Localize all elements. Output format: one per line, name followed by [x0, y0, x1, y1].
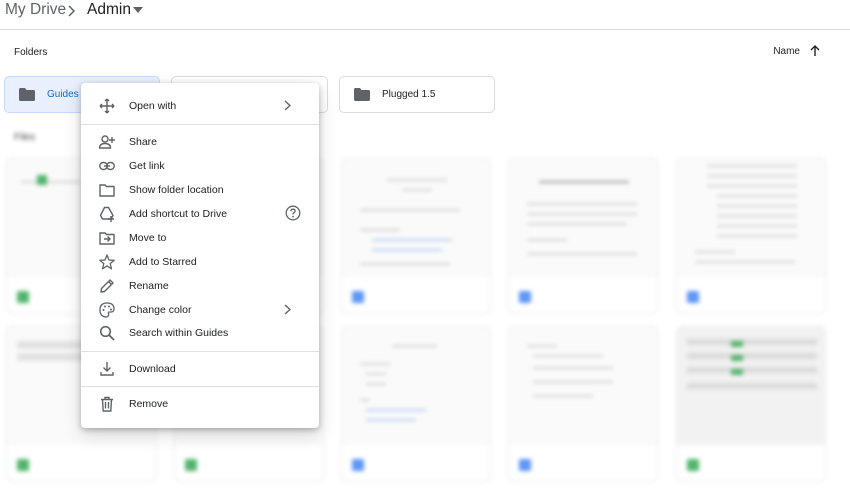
top-bar: My Drive Admin: [0, 0, 850, 30]
menu-rename[interactable]: Rename: [81, 275, 319, 297]
file-card[interactable]: [341, 326, 491, 482]
menu-move-to[interactable]: Move to: [81, 227, 319, 249]
menu-get-link[interactable]: Get link: [81, 155, 319, 177]
sheets-icon: [17, 459, 29, 471]
drive-shortcut-icon: [99, 206, 114, 222]
help-circle-icon[interactable]: [285, 205, 301, 221]
chevron-right-icon: [284, 304, 291, 315]
file-card[interactable]: [508, 326, 658, 482]
menu-download[interactable]: Download: [81, 358, 319, 380]
chevron-right-icon: [284, 100, 291, 111]
sheets-icon: [687, 459, 699, 471]
menu-label: Get link: [129, 160, 165, 172]
menu-label: Show folder location: [129, 184, 224, 196]
folder-name: Guides: [47, 89, 79, 100]
menu-label: Move to: [129, 232, 167, 244]
menu-divider: [81, 386, 319, 387]
files-heading: Files: [14, 132, 36, 143]
folder-icon: [354, 88, 370, 101]
sheets-icon: [17, 291, 29, 303]
menu-add-to-starred[interactable]: Add to Starred: [81, 251, 319, 273]
breadcrumb-my-drive[interactable]: My Drive: [5, 1, 66, 19]
docs-icon: [687, 291, 699, 303]
link-icon: [99, 161, 115, 171]
menu-add-shortcut[interactable]: Add shortcut to Drive: [81, 203, 319, 225]
arrow-up-icon[interactable]: [810, 45, 820, 57]
menu-share[interactable]: Share: [81, 131, 319, 153]
menu-change-color[interactable]: Change color: [81, 299, 319, 321]
docs-icon: [519, 291, 531, 303]
caret-down-icon[interactable]: [133, 7, 143, 13]
folder-plugged[interactable]: Plugged 1.5: [339, 76, 495, 113]
menu-label: Add to Starred: [129, 256, 197, 268]
sort-control[interactable]: Name: [773, 45, 820, 57]
menu-divider: [81, 351, 319, 352]
menu-label: Change color: [129, 304, 192, 316]
file-thumbnail: [509, 159, 657, 277]
menu-label: Remove: [129, 398, 169, 410]
context-menu: Open with Share Get link Show folder loc…: [81, 83, 319, 428]
file-card[interactable]: [508, 158, 658, 314]
file-thumbnail: [342, 327, 490, 445]
file-card[interactable]: [676, 326, 826, 482]
menu-label: Open with: [129, 100, 177, 112]
docs-icon: [519, 459, 531, 471]
menu-open-with[interactable]: Open with: [81, 95, 319, 117]
folder-name: Plugged 1.5: [382, 89, 436, 100]
file-thumbnail: [677, 159, 825, 277]
move-arrows-icon: [99, 98, 115, 114]
menu-label: Rename: [129, 280, 169, 292]
menu-search-within[interactable]: Search within Guides: [81, 322, 319, 344]
file-thumbnail: [677, 327, 825, 445]
breadcrumb-admin[interactable]: Admin: [87, 1, 131, 19]
folder-move-icon: [99, 232, 115, 245]
file-thumbnail: [342, 159, 490, 277]
menu-label: Add shortcut to Drive: [129, 208, 228, 220]
sheets-icon: [185, 459, 197, 471]
menu-label: Download: [129, 363, 176, 375]
person-add-icon: [99, 135, 115, 149]
sort-label[interactable]: Name: [773, 46, 800, 57]
trash-icon: [101, 396, 113, 412]
star-icon: [99, 254, 115, 270]
file-thumbnail: [509, 327, 657, 445]
download-icon: [100, 362, 114, 376]
menu-label: Search within Guides: [129, 327, 229, 339]
folder-icon: [19, 88, 35, 101]
folder-outline-icon: [99, 184, 115, 197]
docs-icon: [352, 459, 364, 471]
chevron-right-icon: [68, 5, 76, 17]
menu-label: Share: [129, 136, 158, 148]
folders-heading: Folders: [14, 47, 48, 58]
palette-icon: [99, 302, 115, 318]
file-card[interactable]: [341, 158, 491, 314]
file-card[interactable]: [676, 158, 826, 314]
menu-remove[interactable]: Remove: [81, 393, 319, 415]
search-icon: [99, 325, 115, 341]
pencil-icon: [100, 279, 114, 293]
menu-divider: [81, 124, 319, 125]
docs-icon: [352, 291, 364, 303]
menu-show-folder-location[interactable]: Show folder location: [81, 179, 319, 201]
